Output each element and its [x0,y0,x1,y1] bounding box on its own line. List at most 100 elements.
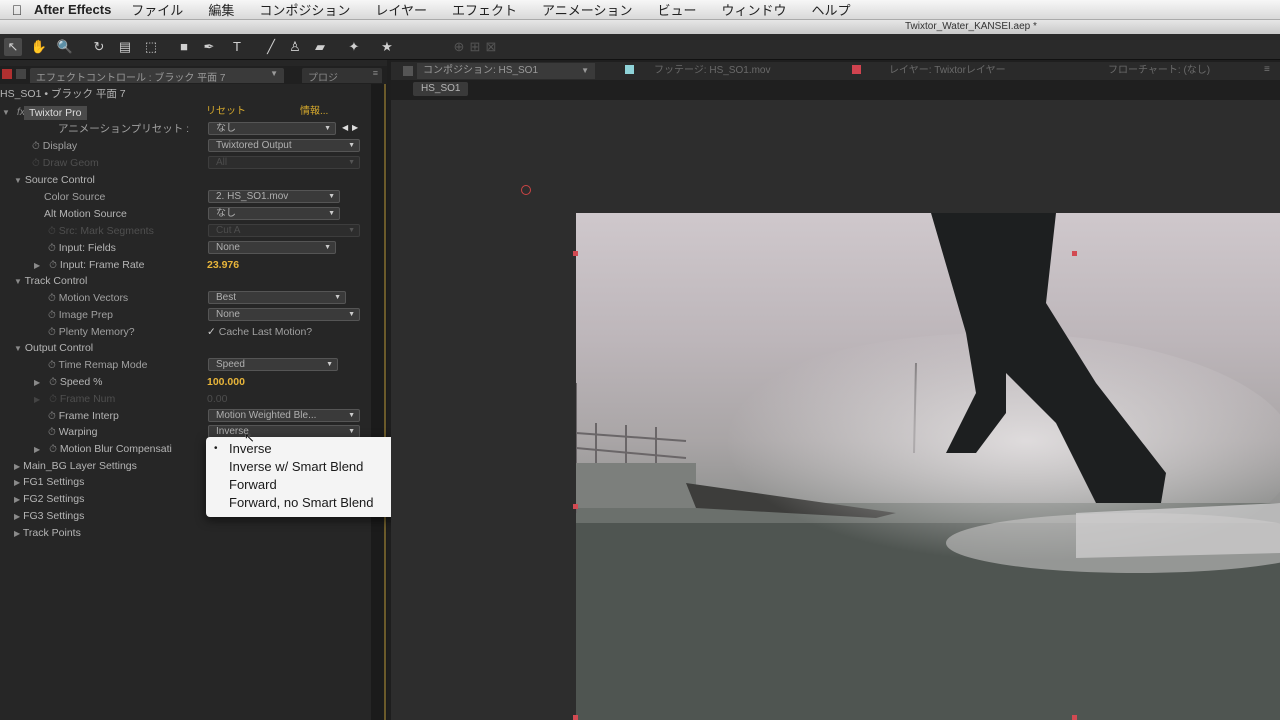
alt-motion-source-dropdown[interactable]: なし ▼ [208,207,340,220]
prev-preset-icon[interactable]: ◀ [342,123,348,132]
stopwatch-icon[interactable]: ⏱ [48,427,56,438]
about-link[interactable]: 情報... [300,104,328,120]
preset-dropdown[interactable]: なし ▼ [208,122,336,135]
menu-composition[interactable]: コンポジション [259,0,350,19]
menu-item-inverse-smart-blend[interactable]: Inverse w/ Smart Blend [206,458,422,476]
panel-menu-icon[interactable] [16,69,26,79]
expand-triangle-icon[interactable]: ▶ [34,261,40,270]
menu-view[interactable]: ビュー [657,0,696,19]
tab-flowchart[interactable]: フローチャート: (なし) [1108,63,1210,79]
color-source-dropdown[interactable]: 2. HS_SO1.mov ▼ [208,190,340,203]
expand-triangle-icon[interactable]: ▶ [34,445,40,454]
menu-animation[interactable]: アニメーション [542,0,632,19]
apple-icon[interactable]:  [0,2,34,18]
menu-file[interactable]: ファイル [131,0,183,19]
zoom-tool-icon[interactable]: 🔍 [56,38,74,56]
chevron-down-icon[interactable]: ▼ [270,69,278,78]
stopwatch-icon[interactable]: ⏱ [48,411,56,422]
stopwatch-icon[interactable]: ⏱ [48,293,56,304]
eraser-tool-icon[interactable]: ▰ [311,38,329,56]
menu-help[interactable]: ヘルプ [812,0,851,19]
puppet-tool-icon[interactable]: ★ [378,38,396,56]
chevron-down-icon[interactable]: ▼ [581,63,589,79]
collapse-triangle-icon[interactable]: ▼ [14,176,22,185]
collapse-triangle-icon[interactable]: ▼ [14,277,22,286]
type-tool-icon[interactable]: T [228,38,246,56]
fg2-group[interactable]: ▶ FG2 Settings [14,491,84,507]
panel-options-icon[interactable]: ≡ [373,68,378,78]
effect-header[interactable]: ▼ fx [2,104,25,120]
menu-effect[interactable]: エフェクト [452,0,517,19]
panel-scrollbar[interactable] [371,84,387,720]
stopwatch-icon[interactable]: ⏱ [49,260,57,271]
roto-brush-tool-icon[interactable]: ✦ [345,38,363,56]
menu-item-inverse[interactable]: • Inverse [206,440,422,458]
pan-behind-tool-icon[interactable]: ⬚ [142,38,160,56]
track-points-group[interactable]: ▶ Track Points [14,525,81,541]
time-remap-mode-dropdown[interactable]: Speed ▼ [208,358,338,371]
stopwatch-icon[interactable]: ⏱ [48,327,56,338]
brush-tool-icon[interactable]: ╱ [262,38,280,56]
expand-triangle-icon[interactable]: ▶ [14,512,20,521]
composition-viewer[interactable] [391,100,1280,720]
hand-tool-icon[interactable]: ✋ [30,38,48,56]
collapse-triangle-icon[interactable]: ▼ [2,108,10,117]
expand-triangle-icon[interactable]: ▶ [14,478,20,487]
output-control-group[interactable]: ▼ Output Control [14,340,93,356]
tab-effect-controls[interactable]: エフェクトコントロール : ブラック 平面 7 ▼ [30,68,284,83]
menu-layer[interactable]: レイヤー [375,0,427,19]
tab-composition[interactable]: コンポジション: HS_SO1 ▼ [417,63,595,79]
motion-vectors-dropdown[interactable]: Best ▼ [208,291,346,304]
main-bg-group[interactable]: ▶ Main_BG Layer Settings [14,458,137,474]
lock-icon[interactable] [2,69,12,79]
input-fields-dropdown[interactable]: None ▼ [208,241,336,254]
input-frame-rate-value[interactable]: 23.976 [207,257,239,273]
view-axis-icon[interactable]: ⊠ [482,38,500,56]
expand-triangle-icon[interactable]: ▶ [14,529,20,538]
rotate-tool-icon[interactable]: ↻ [90,38,108,56]
stopwatch-icon[interactable]: ⏱ [49,377,57,388]
expand-triangle-icon[interactable]: ▶ [14,495,20,504]
stopwatch-icon[interactable]: ⏱ [32,141,40,152]
layer-handle[interactable] [573,715,578,720]
comp-sub-tab[interactable]: HS_SO1 [413,82,469,96]
fg1-group[interactable]: ▶ FG1 Settings [14,474,84,490]
pen-tool-icon[interactable]: ✒ [200,38,218,56]
stopwatch-icon[interactable]: ⏱ [48,310,56,321]
stopwatch-icon[interactable]: ⏱ [48,243,56,254]
menu-item-forward[interactable]: Forward [206,476,422,494]
stopwatch-icon[interactable]: ⏱ [48,360,56,371]
next-preset-icon[interactable]: ▶ [352,123,358,132]
source-control-group[interactable]: ▼ Source Control [14,172,95,188]
expand-triangle-icon[interactable]: ▶ [34,378,40,387]
layer-handle[interactable] [1072,715,1077,720]
camera-tool-icon[interactable]: ▤ [116,38,134,56]
tab-project[interactable]: プロジ ≡ [302,68,382,83]
panel-menu-icon[interactable] [403,66,413,76]
collapse-triangle-icon[interactable]: ▼ [14,344,22,353]
menu-item-forward-no-smart-blend[interactable]: Forward, no Smart Blend [206,494,422,512]
display-dropdown[interactable]: Twixtored Output ▼ [208,139,360,152]
panel-options-icon[interactable]: ≡ [1264,64,1270,75]
fg3-group[interactable]: ▶ FG3 Settings [14,508,84,524]
anchor-point-icon[interactable] [521,185,531,195]
clone-stamp-tool-icon[interactable]: ♙ [286,38,304,56]
image-prep-dropdown[interactable]: None ▼ [208,308,360,321]
tab-layer[interactable]: レイヤー: Twixtorレイヤー [852,63,1006,79]
menu-app-name[interactable]: After Effects [34,2,111,17]
tab-footage[interactable]: フッテージ: HS_SO1.mov [625,63,771,79]
layer-handle[interactable] [573,504,578,509]
reset-link[interactable]: リセット [206,104,246,120]
track-control-group[interactable]: ▼ Track Control [14,273,87,289]
frame-interp-dropdown[interactable]: Motion Weighted Ble... ▼ [208,409,360,422]
speed-value[interactable]: 100.000 [207,374,245,390]
layer-handle[interactable] [1072,251,1077,256]
cache-last-motion-checkbox[interactable]: ✓ Cache Last Motion? [207,324,312,340]
layer-handle[interactable] [573,251,578,256]
menu-edit[interactable]: 編集 [208,0,234,19]
selection-tool-icon[interactable]: ↖ [4,38,22,56]
rectangle-tool-icon[interactable]: ■ [175,38,193,56]
stopwatch-icon[interactable]: ⏱ [49,444,57,455]
expand-triangle-icon[interactable]: ▶ [14,462,20,471]
menu-window[interactable]: ウィンドウ [721,0,786,19]
